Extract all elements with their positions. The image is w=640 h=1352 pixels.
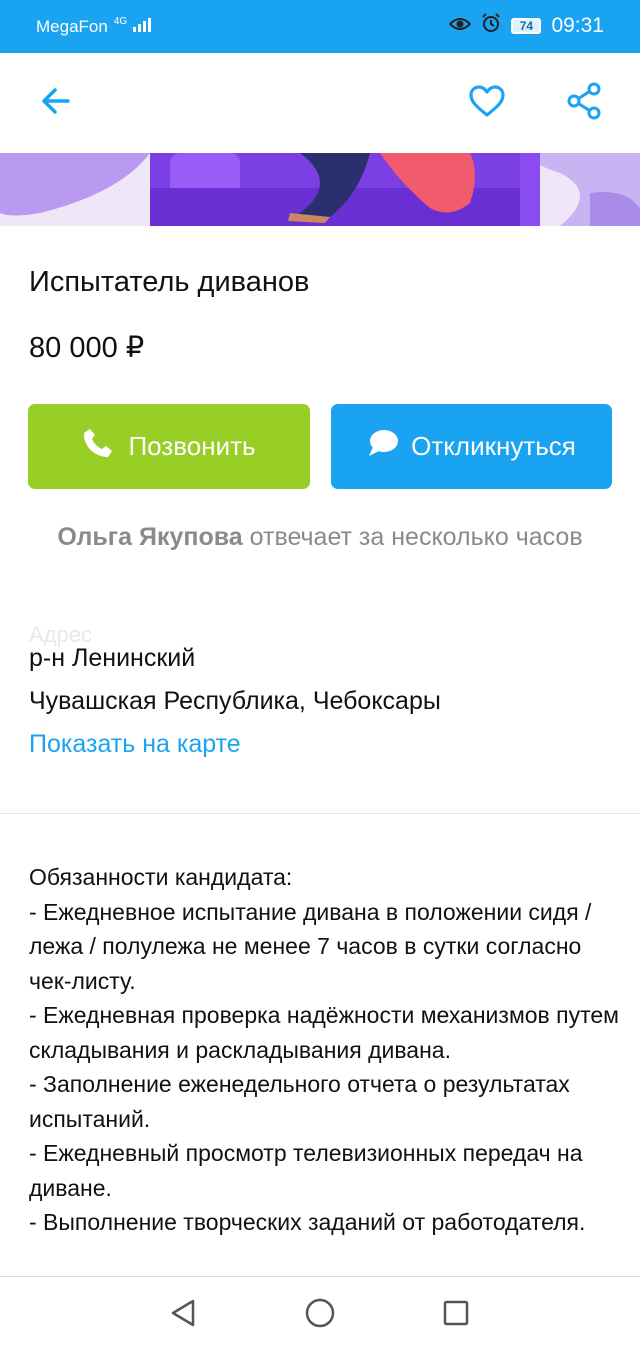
responder-info: Ольга Якупова отвечает за несколько часо…	[40, 518, 600, 557]
clock: 09:31	[551, 14, 604, 37]
job-description: Обязанности кандидата: - Ежедневное испы…	[29, 860, 619, 1240]
address-district: р-н Ленинский	[29, 644, 196, 672]
share-icon	[566, 82, 602, 125]
app-toolbar	[0, 53, 640, 153]
back-button[interactable]	[32, 79, 80, 127]
description-line: - Ежедневный просмотр телевизионных пере…	[29, 1140, 583, 1201]
square-recents-icon	[442, 1299, 470, 1332]
favorite-button[interactable]	[463, 79, 511, 127]
circle-home-icon	[304, 1297, 336, 1334]
description-line: - Ежедневная проверка надёжности механиз…	[29, 1002, 619, 1063]
call-button[interactable]: Позвонить	[28, 404, 310, 489]
status-bar: MegaFon 4G 74 09:31	[0, 0, 640, 53]
address-city: Чувашская Республика, Чебоксары	[29, 687, 441, 715]
triangle-back-icon	[169, 1298, 197, 1333]
eye-icon	[449, 14, 472, 38]
arrow-left-icon	[40, 85, 72, 122]
carrier-name: MegaFon	[36, 16, 108, 36]
contact-name: Ольга Якупова	[57, 523, 243, 551]
reply-button-label: Откликнуться	[411, 431, 576, 461]
signal-icon	[133, 16, 155, 37]
listing-illustration	[0, 153, 640, 226]
battery-indicator: 74	[511, 18, 542, 34]
description-line: - Ежедневное испытание дивана в положени…	[29, 898, 592, 994]
system-nav-bar	[0, 1276, 640, 1352]
phone-icon	[82, 427, 114, 466]
listing-price: 80 000 ₽	[29, 332, 145, 364]
nav-back-button[interactable]	[165, 1297, 201, 1333]
listing-title: Испытатель диванов	[29, 266, 310, 298]
share-button[interactable]	[560, 79, 608, 127]
description-line: - Заполнение еженедельного отчета о резу…	[29, 1071, 570, 1132]
description-line: - Выполнение творческих заданий от работ…	[29, 1209, 586, 1235]
alarm-icon	[481, 13, 501, 39]
network-type: 4G	[113, 16, 128, 27]
show-on-map-link[interactable]: Показать на карте	[29, 730, 241, 759]
heart-outline-icon	[468, 84, 506, 123]
reply-button[interactable]: Откликнуться	[331, 404, 612, 489]
description-line: Обязанности кандидата:	[29, 864, 293, 890]
nav-recents-button[interactable]	[438, 1297, 474, 1333]
status-right: 74 09:31	[449, 13, 604, 39]
call-button-label: Позвонить	[128, 431, 256, 461]
status-left: MegaFon 4G	[36, 16, 155, 37]
nav-home-button[interactable]	[302, 1297, 338, 1333]
section-divider	[0, 813, 640, 814]
response-time: отвечает за несколько часов	[249, 523, 583, 551]
chat-bubble-icon	[367, 428, 399, 465]
